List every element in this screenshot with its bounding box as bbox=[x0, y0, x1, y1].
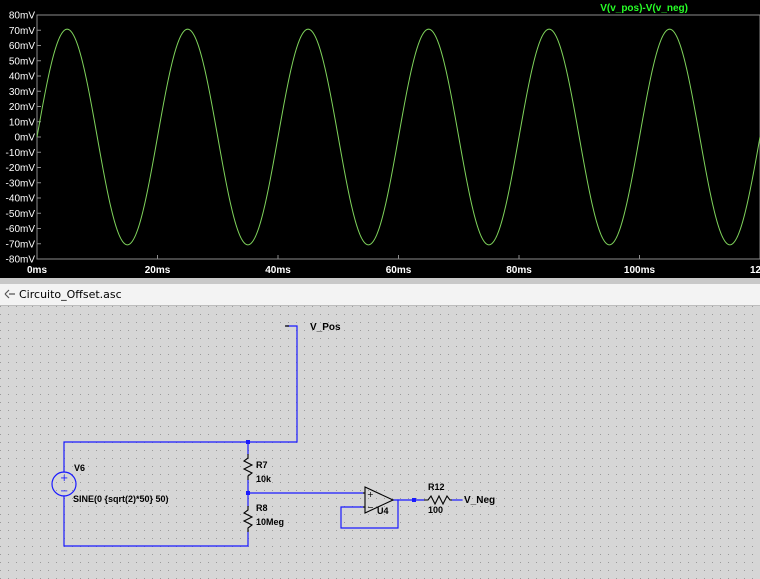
y-tick-label: -20mV bbox=[6, 163, 36, 174]
junction-dot bbox=[246, 440, 250, 444]
voltage-source-minus: − bbox=[60, 486, 68, 497]
trace-label[interactable]: V(v_pos)-V(v_neg) bbox=[600, 3, 688, 14]
y-axis-ticks: 80mV 70mV 60mV 50mV 40mV 30mV 20mV 10mV 0mV -10mV… bbox=[6, 11, 41, 266]
y-tick-label: -60mV bbox=[6, 224, 36, 235]
opamp-minus-sign: − bbox=[367, 503, 374, 512]
waveform-plot[interactable]: 80mV 70mV 60mV 50mV 40mV 30mV 20mV 10mV 0mV -10mV… bbox=[0, 0, 760, 278]
v6-value: SINE(0 {sqrt(2)*50} 50) bbox=[73, 494, 169, 504]
voltage-source-plus: + bbox=[60, 473, 68, 484]
schematic-canvas[interactable]: V_Pos + − V6 SINE(0 {sqrt(2)*50} 50) R7 … bbox=[0, 306, 760, 579]
y-tick-label: -80mV bbox=[6, 255, 36, 266]
x-tick-label: 20ms bbox=[145, 265, 171, 276]
y-tick-label: 0mV bbox=[14, 133, 35, 144]
r8-name: R8 bbox=[256, 503, 268, 513]
schematic-window-titlebar[interactable]: Circuito_Offset.asc bbox=[0, 284, 760, 306]
x-tick-label: 100ms bbox=[624, 265, 656, 276]
ltspice-schematic-icon bbox=[4, 289, 15, 299]
y-tick-label: 20mV bbox=[9, 102, 35, 113]
r12-value: 100 bbox=[428, 505, 443, 515]
r7-value: 10k bbox=[256, 474, 272, 484]
junction-dot bbox=[412, 498, 416, 502]
y-tick-label: -70mV bbox=[6, 239, 36, 250]
x-axis-ticks: 0ms 20ms 40ms 60ms 80ms 100ms 12 bbox=[27, 255, 760, 276]
net-label-v-pos[interactable]: V_Pos bbox=[310, 322, 341, 333]
y-tick-label: -40mV bbox=[6, 194, 36, 205]
r7-name: R7 bbox=[256, 460, 268, 470]
y-tick-label: 50mV bbox=[9, 56, 35, 67]
schematic-window-title: Circuito_Offset.asc bbox=[19, 288, 122, 301]
net-label-v-neg[interactable]: V_Neg bbox=[464, 495, 495, 506]
x-tick-label: 60ms bbox=[386, 265, 412, 276]
r12-name: R12 bbox=[428, 482, 445, 492]
schematic-drawing[interactable]: V_Pos + − V6 SINE(0 {sqrt(2)*50} 50) R7 … bbox=[0, 306, 760, 579]
junction-dot bbox=[246, 491, 250, 495]
y-tick-label: 80mV bbox=[9, 11, 35, 22]
net-flag-v-neg[interactable]: V_Neg bbox=[464, 495, 495, 506]
u4-name: U4 bbox=[377, 506, 389, 516]
y-tick-label: -10mV bbox=[6, 148, 36, 159]
y-tick-label: -30mV bbox=[6, 178, 36, 189]
y-tick-label: 10mV bbox=[9, 117, 35, 128]
r8-value: 10Meg bbox=[256, 517, 284, 527]
opamp-plus-sign: + bbox=[367, 490, 374, 499]
y-tick-label: 30mV bbox=[9, 87, 35, 98]
y-tick-label: 40mV bbox=[9, 72, 35, 83]
x-tick-label: 12 bbox=[750, 265, 760, 276]
x-tick-label: 40ms bbox=[265, 265, 291, 276]
v6-name: V6 bbox=[74, 463, 85, 473]
x-tick-label: 80ms bbox=[506, 265, 532, 276]
y-tick-label: 60mV bbox=[9, 41, 35, 52]
y-tick-label: -50mV bbox=[6, 209, 36, 220]
x-tick-label: 0ms bbox=[27, 265, 47, 276]
trace-v-pos-minus-v-neg[interactable] bbox=[36, 28, 760, 246]
waveform-plot-pane[interactable]: 80mV 70mV 60mV 50mV 40mV 30mV 20mV 10mV 0mV -10mV… bbox=[0, 0, 760, 278]
y-tick-label: 70mV bbox=[9, 26, 35, 37]
